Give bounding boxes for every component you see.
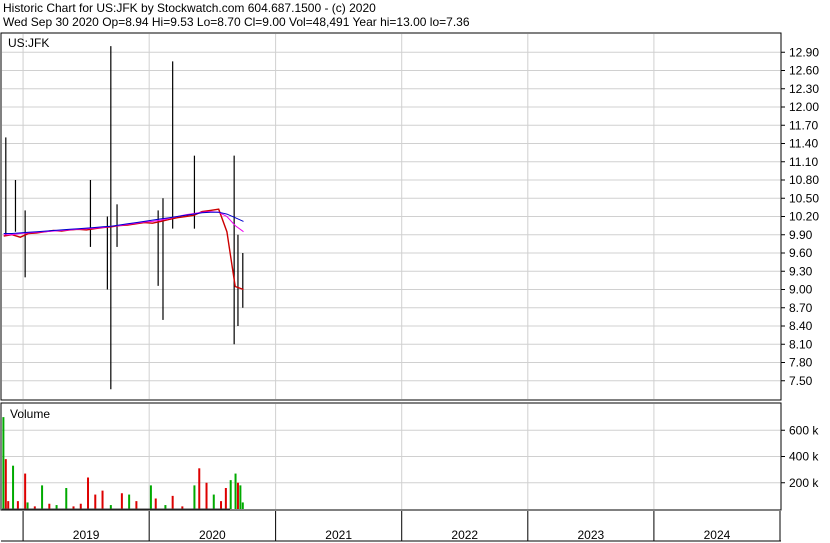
- price-y-tick-label: 12.30: [789, 82, 819, 96]
- price-y-tick-label: 8.10: [789, 337, 813, 351]
- price-y-tick-label: 10.20: [789, 210, 819, 224]
- x-axis-year-label: 2020: [199, 528, 226, 542]
- price-y-tick-label: 11.70: [789, 118, 818, 132]
- volume-bar: [205, 482, 208, 509]
- volume-bar: [154, 498, 157, 509]
- price-y-tick-label: 12.00: [789, 100, 819, 114]
- volume-bar: [236, 482, 239, 509]
- x-axis-strip: [1, 511, 781, 541]
- stock-chart: 12.90 12.60 12.30 12.00 11.70 11.40 11.10 10.80…: [0, 32, 819, 542]
- price-y-tick-label: 11.40: [789, 137, 818, 151]
- volume-bar: [212, 494, 215, 509]
- price-y-tick-label: 9.30: [789, 264, 813, 278]
- x-axis-year-label: 2019: [73, 528, 100, 542]
- price-y-tick-label: 10.80: [789, 173, 819, 187]
- price-y-tick-label: 10.50: [789, 191, 819, 205]
- volume-bar: [101, 490, 104, 509]
- price-y-tick-label: 11.10: [789, 155, 818, 169]
- volume-bar: [198, 468, 201, 509]
- volume-bar: [171, 495, 174, 509]
- volume-bar: [234, 473, 237, 509]
- price-y-tick-label: 12.60: [789, 64, 819, 78]
- volume-bar: [41, 485, 44, 509]
- price-y-tick-label: 8.40: [789, 319, 813, 333]
- volume-bar: [220, 501, 223, 509]
- price-y-tick-label: 7.80: [789, 356, 813, 370]
- volume-y-tick-label: 200 k: [789, 476, 819, 490]
- x-axis-year-label: 2023: [578, 528, 605, 542]
- volume-y-tick-label: 400 k: [789, 450, 819, 464]
- volume-bar: [149, 485, 152, 509]
- volume-bar: [164, 505, 167, 509]
- price-y-tick-label: 8.70: [789, 301, 813, 315]
- volume-bar: [193, 485, 196, 509]
- price-pane-title: US:JFK: [8, 36, 49, 50]
- volume-bar: [229, 480, 232, 509]
- volume-bar: [135, 501, 138, 509]
- price-y-tick-label: 12.90: [789, 45, 819, 59]
- volume-bar: [12, 465, 15, 509]
- volume-bar: [48, 503, 51, 509]
- volume-bar: [241, 502, 244, 509]
- volume-bar: [128, 494, 131, 509]
- price-y-tick-label: 9.60: [789, 246, 813, 260]
- volume-bar: [4, 459, 7, 509]
- volume-y-tick-label: 600 k: [789, 423, 819, 437]
- volume-bar: [7, 501, 10, 509]
- price-y-tick-label: 9.00: [789, 283, 813, 297]
- volume-bar: [87, 477, 90, 509]
- x-axis-year-label: 2024: [704, 528, 731, 542]
- volume-bar: [79, 503, 82, 509]
- volume-bar: [94, 494, 97, 509]
- volume-bar: [120, 493, 123, 509]
- price-y-tick-label: 9.90: [789, 228, 813, 242]
- volume-bar: [2, 417, 5, 509]
- price-y-tick-label: 7.50: [789, 374, 813, 388]
- volume-bar: [65, 488, 68, 509]
- x-axis-year-label: 2022: [451, 528, 478, 542]
- volume-bar: [224, 488, 227, 509]
- volume-bar: [109, 505, 112, 509]
- volume-bar: [26, 502, 29, 509]
- volume-pane-title: Volume: [10, 407, 50, 421]
- x-axis-year-label: 2021: [325, 528, 352, 542]
- volume-bar: [239, 485, 242, 509]
- volume-bar: [16, 501, 19, 509]
- volume-bar: [24, 473, 27, 509]
- volume-bar: [55, 505, 58, 509]
